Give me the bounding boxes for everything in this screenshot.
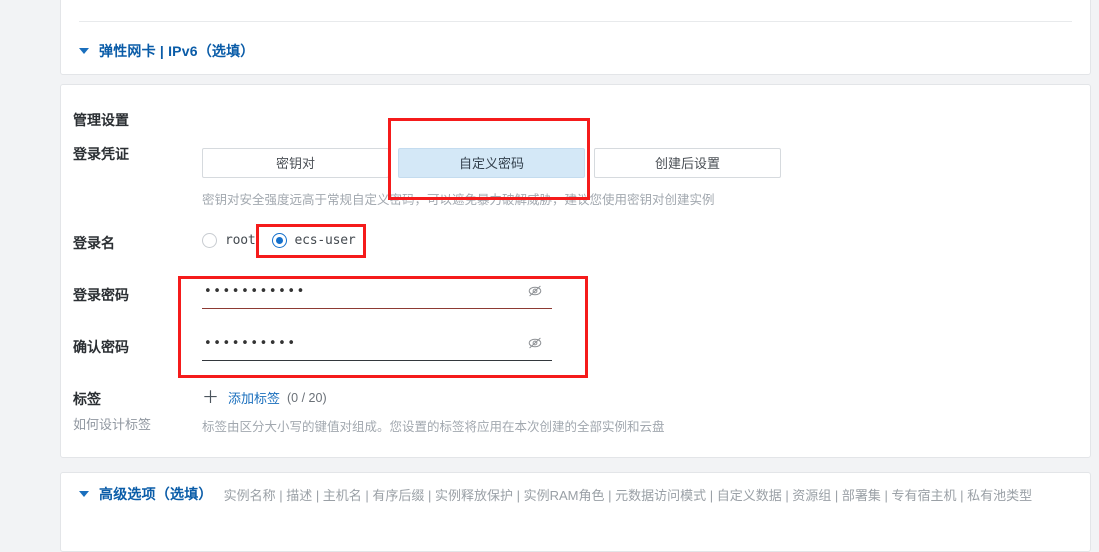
advanced-section-summary: 实例名称 | 描述 | 主机名 | 有序后缀 | 实例释放保护 | 实例RAM角…	[223, 487, 1033, 503]
tags-description: 标签由区分大小写的键值对组成。您设置的标签将应用在本次创建的全部实例和云盘	[202, 420, 665, 434]
tags-label: 标签	[73, 391, 101, 407]
radio-root-label: root	[225, 233, 256, 248]
eye-slash-icon[interactable]	[526, 334, 544, 352]
confirm-password-field[interactable]: ••••••••••	[202, 333, 552, 361]
plus-icon: ＋	[202, 388, 219, 407]
chevron-down-icon	[79, 48, 89, 54]
tags-design-link[interactable]: 如何设计标签	[73, 414, 151, 433]
radio-ecs-user-indicator	[271, 233, 287, 248]
login-credential-tabs[interactable]: 密钥对 自定义密码 创建后设置	[202, 148, 790, 178]
advanced-section-header[interactable]: 高级选项（选填） 实例名称 | 描述 | 主机名 | 有序后缀 | 实例释放保护…	[79, 484, 1032, 504]
page-root: 弹性网卡 | IPv6（选填） 管理设置 登录凭证 密钥对 自定义密码 创建后设…	[0, 0, 1099, 552]
chevron-down-icon	[79, 491, 89, 497]
radio-ecs-user-label: ecs-user	[294, 233, 356, 248]
login-name-label: 登录名	[73, 235, 115, 251]
eni-section-header[interactable]: 弹性网卡 | IPv6（选填）	[79, 41, 255, 61]
credential-tab-custom-password[interactable]: 自定义密码	[398, 148, 585, 178]
advanced-section-title: 高级选项（选填）	[99, 486, 213, 502]
login-credential-label: 登录凭证	[73, 146, 129, 162]
add-tag-label: 添加标签	[228, 391, 281, 406]
radio-root-indicator	[202, 233, 217, 248]
eni-divider	[79, 21, 1072, 22]
login-credential-helper: 密钥对安全强度远高于常规自定义密码，可以遮免暴力破解威胁，建议您使用密钥对创建实…	[202, 193, 715, 207]
credential-tab-keypair[interactable]: 密钥对	[202, 148, 389, 178]
tag-count: (0 / 20)	[287, 390, 327, 405]
confirm-password-label: 确认密码	[73, 339, 129, 355]
login-password-value: •••••••••••	[204, 284, 306, 299]
credential-tab-set-after-create[interactable]: 创建后设置	[594, 148, 781, 178]
eni-card: 弹性网卡 | IPv6（选填）	[60, 0, 1091, 75]
advanced-options-card: 高级选项（选填） 实例名称 | 描述 | 主机名 | 有序后缀 | 实例释放保护…	[60, 472, 1091, 552]
management-settings-card: 管理设置 登录凭证 密钥对 自定义密码 创建后设置 密钥对安全强度远高于常规自定…	[60, 84, 1091, 458]
login-name-radio-group[interactable]: root ecs-user	[202, 233, 372, 248]
eni-section-title: 弹性网卡 | IPv6（选填）	[99, 43, 255, 59]
add-tag-button[interactable]: ＋ 添加标签 (0 / 20)	[202, 388, 327, 407]
confirm-password-value: ••••••••••	[204, 336, 297, 351]
radio-ecs-user[interactable]: ecs-user	[271, 233, 356, 248]
radio-root[interactable]: root	[202, 233, 256, 248]
management-section-title: 管理设置	[73, 112, 129, 128]
login-password-field[interactable]: •••••••••••	[202, 281, 552, 309]
login-password-underline	[202, 308, 552, 309]
confirm-password-underline	[202, 360, 552, 361]
login-password-label: 登录密码	[73, 287, 129, 303]
eye-slash-icon[interactable]	[526, 282, 544, 300]
